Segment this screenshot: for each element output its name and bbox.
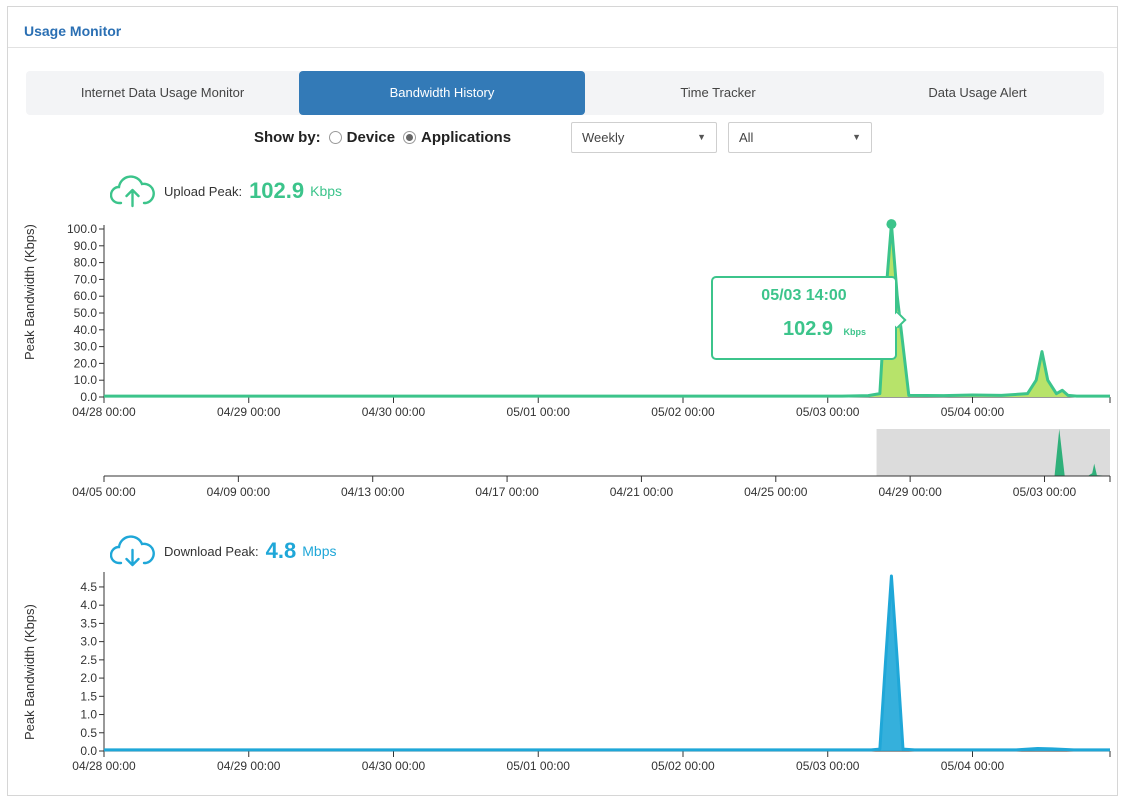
upload-y-tick-label: 60.0: [74, 289, 98, 303]
show-by-label: Show by:: [254, 128, 321, 146]
upload-series-line: [104, 222, 1110, 398]
upload-y-tick-label: 20.0: [74, 356, 98, 370]
download-y-tick-label: 4.5: [80, 580, 97, 594]
upload-peak-value: 102.9: [249, 178, 305, 203]
overview-x-tick-label: 04/13 00:00: [341, 485, 405, 499]
download-y-tick-label: 2.0: [80, 671, 97, 685]
upload-peak-unit: Kbps: [310, 183, 343, 199]
overview-x-tick-label: 04/25 00:00: [744, 485, 808, 499]
download-peak-label: Download Peak:: [164, 543, 259, 559]
show-by-group: Show by: Device Applications: [254, 120, 511, 154]
upload-y-axis-title: Peak Bandwidth (Kbps): [22, 224, 37, 360]
download-peak-value: 4.8: [265, 538, 297, 563]
download-x-tick-label: 04/28 00:00: [72, 759, 136, 773]
applications-radio-icon[interactable]: [403, 131, 417, 145]
tooltip-time: 05/03 14:00: [761, 287, 847, 304]
upload-peak-header: Upload Peak: 102.9 Kbps: [110, 175, 343, 208]
chevron-down-icon: ▼: [852, 132, 861, 142]
tab-bandwidth-history[interactable]: Bandwidth History: [299, 71, 585, 115]
device-radio-label: Device: [346, 128, 396, 146]
download-y-tick-label: 1.5: [80, 689, 97, 703]
download-peak-unit: Mbps: [302, 543, 337, 559]
overview-selection-window[interactable]: [876, 429, 1110, 476]
overview-x-tick-label: 04/21 00:00: [610, 485, 674, 499]
download-peak-header: Download Peak: 4.8 Mbps: [110, 535, 337, 567]
upload-y-tick-label: 70.0: [74, 272, 98, 286]
applications-radio-label: Applications: [421, 128, 512, 146]
upload-y-tick-label: 10.0: [74, 373, 98, 387]
upload-x-tick-label: 05/03 00:00: [796, 405, 860, 419]
download-x-tick-label: 05/01 00:00: [507, 759, 571, 773]
upload-bandwidth-chart: Peak Bandwidth (Kbps) 0.0 10.0 20.0 30.0 40.…: [22, 219, 1111, 419]
download-y-tick-label: 0.0: [80, 744, 97, 758]
cloud-upload-icon: [110, 175, 155, 208]
download-y-axis-title: Peak Bandwidth (Kbps): [22, 604, 37, 740]
upload-x-tick-label: 04/29 00:00: [217, 405, 281, 419]
upload-y-tick-label: 30.0: [74, 340, 98, 354]
tab-bar: Internet Data Usage Monitor Bandwidth Hi…: [26, 71, 1104, 115]
overview-range-chart[interactable]: 04/05 00:00 04/09 00:00 04/13 00:00 04/17 0…: [0, 425, 1125, 520]
overview-x-tick-label: 04/17 00:00: [475, 485, 539, 499]
overview-x-tick-label: 04/05 00:00: [72, 485, 136, 499]
tooltip-unit: Kbps: [843, 327, 867, 337]
download-series-line: [104, 574, 1110, 752]
chevron-down-icon: ▼: [697, 132, 706, 142]
download-y-tick-label: 0.5: [80, 726, 97, 740]
download-x-tick-label: 04/29 00:00: [217, 759, 281, 773]
download-bandwidth-chart: Peak Bandwidth (Kbps) 0.0 0.5 1.0 1.5 2.0 2.5…: [22, 572, 1111, 773]
tab-internet-data-usage-monitor[interactable]: Internet Data Usage Monitor: [26, 71, 299, 115]
upload-x-tick-label: 04/30 00:00: [362, 405, 426, 419]
download-x-tick-label: 04/30 00:00: [362, 759, 426, 773]
download-x-tick-label: 05/04 00:00: [941, 759, 1005, 773]
download-x-tick-label: 05/02 00:00: [651, 759, 715, 773]
upload-x-tick-label: 05/04 00:00: [941, 405, 1005, 419]
download-y-tick-label: 4.0: [80, 598, 97, 612]
filter-select[interactable]: All ▼: [728, 122, 872, 153]
tooltip-value-row: 102.9 Kbps: [783, 318, 866, 341]
applications-radio-option[interactable]: Applications: [403, 129, 511, 146]
tab-time-tracker[interactable]: Time Tracker: [585, 71, 851, 115]
period-select-value: Weekly: [582, 130, 625, 145]
upload-y-tick-label: 90.0: [74, 239, 98, 253]
upload-x-tick-label: 05/01 00:00: [507, 405, 571, 419]
tab-data-usage-alert[interactable]: Data Usage Alert: [851, 71, 1104, 115]
upload-x-tick-label: 05/02 00:00: [651, 405, 715, 419]
filter-select-value: All: [739, 130, 754, 145]
tooltip-value: 102.9: [783, 318, 834, 340]
upload-y-tick-label: 40.0: [74, 323, 98, 337]
download-y-tick-label: 3.0: [80, 635, 97, 649]
download-y-tick-label: 3.5: [80, 616, 97, 630]
upload-x-tick-label: 04/28 00:00: [72, 405, 136, 419]
panel-title: Usage Monitor: [24, 23, 122, 39]
overview-x-tick-label: 05/03 00:00: [1013, 485, 1077, 499]
upload-y-tick-label: 80.0: [74, 256, 98, 270]
device-radio-option[interactable]: Device: [328, 128, 396, 146]
period-select[interactable]: Weekly ▼: [571, 122, 717, 153]
upload-series-area: [104, 224, 1110, 397]
device-radio-icon[interactable]: [328, 131, 342, 145]
upload-peak-marker[interactable]: [886, 219, 897, 230]
download-y-tick-label: 2.5: [80, 653, 97, 667]
overview-x-tick-label: 04/29 00:00: [878, 485, 942, 499]
download-x-tick-label: 05/03 00:00: [796, 759, 860, 773]
upload-y-tick-label: 100.0: [67, 222, 97, 236]
upload-y-tick-label: 0.0: [80, 390, 97, 404]
overview-x-tick-label: 04/09 00:00: [207, 485, 271, 499]
upload-y-tick-label: 50.0: [74, 306, 98, 320]
download-y-tick-label: 1.0: [80, 708, 97, 722]
title-divider: [8, 47, 1117, 48]
upload-tooltip: 05/03 14:00 102.9 Kbps: [711, 276, 907, 360]
upload-peak-label: Upload Peak:: [164, 183, 243, 199]
download-series-area: [104, 576, 1110, 751]
cloud-download-icon: [110, 535, 155, 567]
